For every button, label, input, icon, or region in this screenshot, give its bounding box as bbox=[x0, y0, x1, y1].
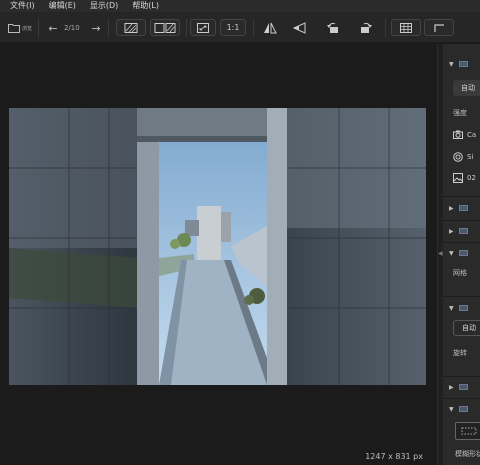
panel-section-collapsed[interactable]: ▶ bbox=[443, 225, 480, 237]
panel-section-collapsed[interactable]: ▶ bbox=[443, 202, 480, 214]
actual-size-label: 1:1 bbox=[226, 23, 240, 32]
perspective-icon bbox=[293, 21, 306, 34]
strength-label: 强度 bbox=[453, 109, 467, 117]
chevron-right-icon: ▶ bbox=[449, 227, 454, 235]
hatched-square-icon bbox=[124, 22, 138, 33]
section-icon bbox=[459, 406, 468, 412]
image-counter: 2/10 bbox=[64, 24, 80, 32]
image-viewer[interactable]: 1247 x 831 px bbox=[0, 44, 437, 465]
meta-file-text: 02 bbox=[467, 174, 476, 182]
chevron-down-icon: ▼ bbox=[449, 249, 454, 257]
previous-image-button[interactable]: ← bbox=[46, 21, 60, 35]
photo-architecture-corridor bbox=[9, 108, 426, 385]
panel-divider bbox=[443, 220, 480, 221]
panel-section-header[interactable]: ▼ bbox=[443, 58, 480, 70]
image-file-icon bbox=[453, 173, 463, 183]
folder-icon bbox=[8, 24, 20, 33]
rotate-left-button[interactable] bbox=[320, 19, 346, 36]
section-icon bbox=[459, 250, 468, 256]
dotted-rectangle-icon bbox=[461, 427, 477, 435]
panel-section-collapsed[interactable]: ▶ bbox=[443, 381, 480, 393]
meta-file-row: 02 bbox=[453, 173, 476, 183]
rotate-right-icon bbox=[361, 22, 372, 33]
image-size-readout: 1247 x 831 px bbox=[365, 452, 423, 461]
auto-button[interactable]: 自动 bbox=[453, 80, 480, 96]
lens-icon bbox=[453, 152, 463, 162]
menu-file[interactable]: 文件(I) bbox=[10, 0, 35, 12]
crop-corner-icon bbox=[434, 23, 444, 32]
crop-button[interactable] bbox=[424, 19, 454, 36]
flip-horizontal-icon bbox=[264, 22, 277, 33]
grid-toggle-button[interactable] bbox=[391, 19, 421, 36]
rotate-left-icon bbox=[327, 22, 338, 33]
arrow-right-icon: → bbox=[91, 21, 101, 35]
section-icon bbox=[459, 228, 468, 234]
grid-row: 网格 bbox=[443, 267, 480, 279]
blur-shape-label: 模糊形状 bbox=[455, 450, 480, 458]
menu-view[interactable]: 显示(D) bbox=[90, 0, 118, 12]
chevron-down-icon: ▼ bbox=[449, 304, 454, 312]
split-view-icon bbox=[154, 22, 176, 33]
panel-section-header[interactable]: ▼ bbox=[443, 247, 480, 259]
chevron-left-icon: ◀ bbox=[438, 250, 443, 257]
meta-camera-text: Ca bbox=[467, 130, 477, 139]
panel-divider bbox=[443, 242, 480, 243]
auto-straighten-button[interactable]: 自动 bbox=[453, 320, 480, 336]
panel-section-header[interactable]: ▼ bbox=[443, 302, 480, 314]
camera-icon bbox=[453, 130, 463, 139]
adjustment-panel: ◀ ▼ 自动 强度 Ca Si 02 ▶ ▶ ▼ 网格 ▼ 自动 旋转 ▶ ▼ … bbox=[437, 44, 480, 465]
strength-row: 强度 bbox=[443, 107, 480, 119]
panel-content: ▼ 自动 强度 Ca Si 02 ▶ ▶ ▼ 网格 ▼ 自动 旋转 ▶ ▼ 模糊… bbox=[443, 44, 480, 465]
rotate-label: 旋转 bbox=[453, 349, 467, 357]
chevron-down-icon: ▼ bbox=[449, 60, 454, 68]
toolbar-divider bbox=[108, 19, 109, 37]
rotate-right-button[interactable] bbox=[353, 19, 379, 36]
fit-to-window-button[interactable] bbox=[190, 19, 216, 36]
menu-edit[interactable]: 编辑(E) bbox=[49, 0, 76, 12]
meta-lens-row: Si bbox=[453, 152, 473, 162]
toolbar: 浏览 ← 2/10 → 1:1 bbox=[0, 12, 480, 43]
panel-divider bbox=[443, 296, 480, 297]
section-icon bbox=[459, 384, 468, 390]
panel-divider bbox=[443, 398, 480, 399]
flip-horizontal-button[interactable] bbox=[257, 19, 283, 36]
blur-shape-row: 模糊形状 bbox=[443, 448, 480, 460]
chevron-right-icon: ▶ bbox=[449, 204, 454, 212]
panel-divider bbox=[443, 196, 480, 197]
grid-label: 网格 bbox=[453, 269, 467, 277]
grid-icon bbox=[400, 22, 412, 33]
next-image-button[interactable]: → bbox=[89, 21, 103, 35]
panel-divider bbox=[443, 376, 480, 377]
perspective-button[interactable] bbox=[287, 19, 313, 36]
toolbar-divider bbox=[186, 19, 187, 37]
meta-lens-text: Si bbox=[467, 153, 474, 161]
rotate-row: 旋转 bbox=[443, 347, 480, 359]
compare-view-button[interactable] bbox=[116, 19, 146, 36]
menu-bar: 文件(I) 编辑(E) 显示(D) 帮助(L) bbox=[0, 0, 480, 12]
toolbar-divider bbox=[38, 19, 39, 37]
menu-help[interactable]: 帮助(L) bbox=[132, 0, 159, 12]
actual-size-button[interactable]: 1:1 bbox=[220, 19, 246, 36]
blur-shape-selector[interactable] bbox=[455, 422, 480, 440]
fit-window-icon bbox=[197, 22, 209, 33]
panel-section-header[interactable]: ▼ bbox=[443, 403, 480, 415]
arrow-left-icon: ← bbox=[48, 21, 58, 35]
section-icon bbox=[459, 205, 468, 211]
meta-camera-row: Ca bbox=[453, 130, 476, 139]
browse-folder-label: 浏览 bbox=[22, 25, 33, 32]
chevron-down-icon: ▼ bbox=[449, 405, 454, 413]
browse-folder-button[interactable]: 浏览 bbox=[8, 20, 32, 36]
section-icon bbox=[459, 61, 468, 67]
chevron-right-icon: ▶ bbox=[449, 383, 454, 391]
section-icon bbox=[459, 305, 468, 311]
toolbar-divider bbox=[253, 19, 254, 37]
toolbar-divider bbox=[385, 19, 386, 37]
split-view-button[interactable] bbox=[150, 19, 180, 36]
